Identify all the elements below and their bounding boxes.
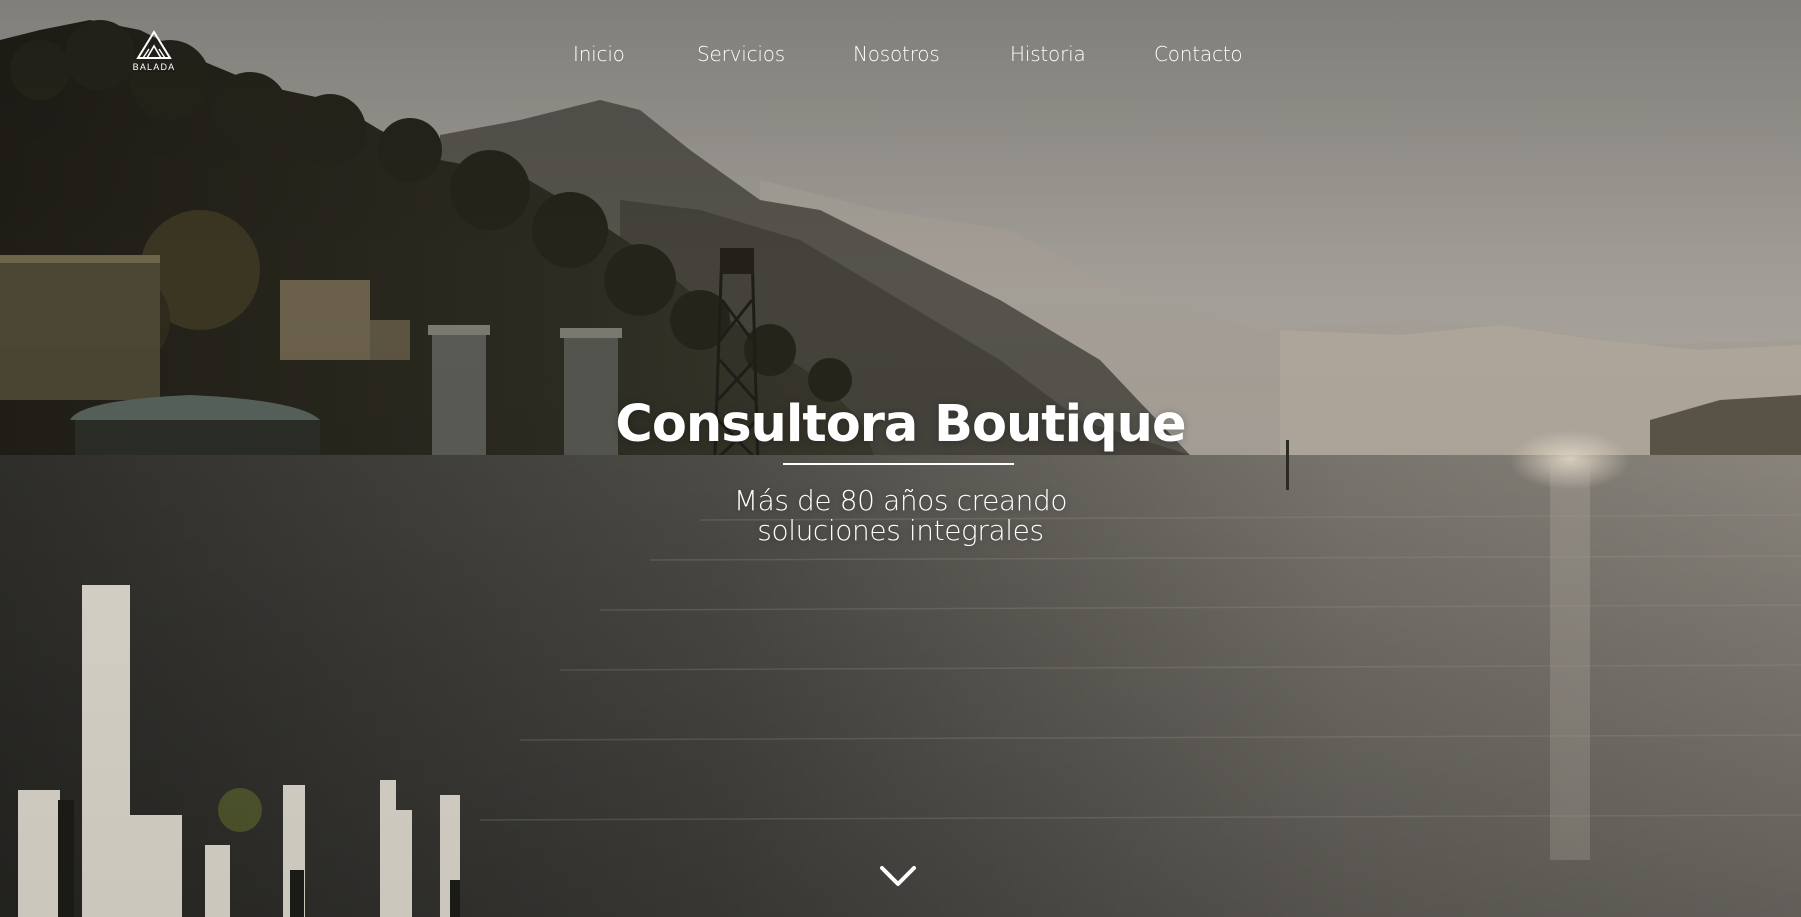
hero-subtitle: Más de 80 años creando soluciones integr… — [0, 486, 1801, 546]
hero-subtitle-line-2: soluciones integrales — [757, 514, 1044, 547]
hero-overlay — [0, 0, 1801, 917]
nav-item-contacto[interactable]: Contacto — [1154, 40, 1243, 68]
hero-divider — [783, 463, 1014, 465]
main-nav: Inicio Servicios Nosotros Historia Conta… — [0, 40, 1801, 68]
hero-subtitle-line-1: Más de 80 años creando — [733, 484, 1068, 517]
scroll-down-button[interactable] — [878, 862, 918, 890]
nav-item-nosotros[interactable]: Nosotros — [853, 40, 940, 68]
nav-item-servicios[interactable]: Servicios — [697, 40, 785, 68]
chevron-down-icon — [880, 866, 916, 886]
nav-item-inicio[interactable]: Inicio — [573, 40, 625, 68]
nav-item-historia[interactable]: Historia — [1010, 40, 1086, 68]
hero-section: BALADA Inicio Servicios Nosotros Histori… — [0, 0, 1801, 917]
hero-title: Consultora Boutique — [615, 395, 1186, 454]
